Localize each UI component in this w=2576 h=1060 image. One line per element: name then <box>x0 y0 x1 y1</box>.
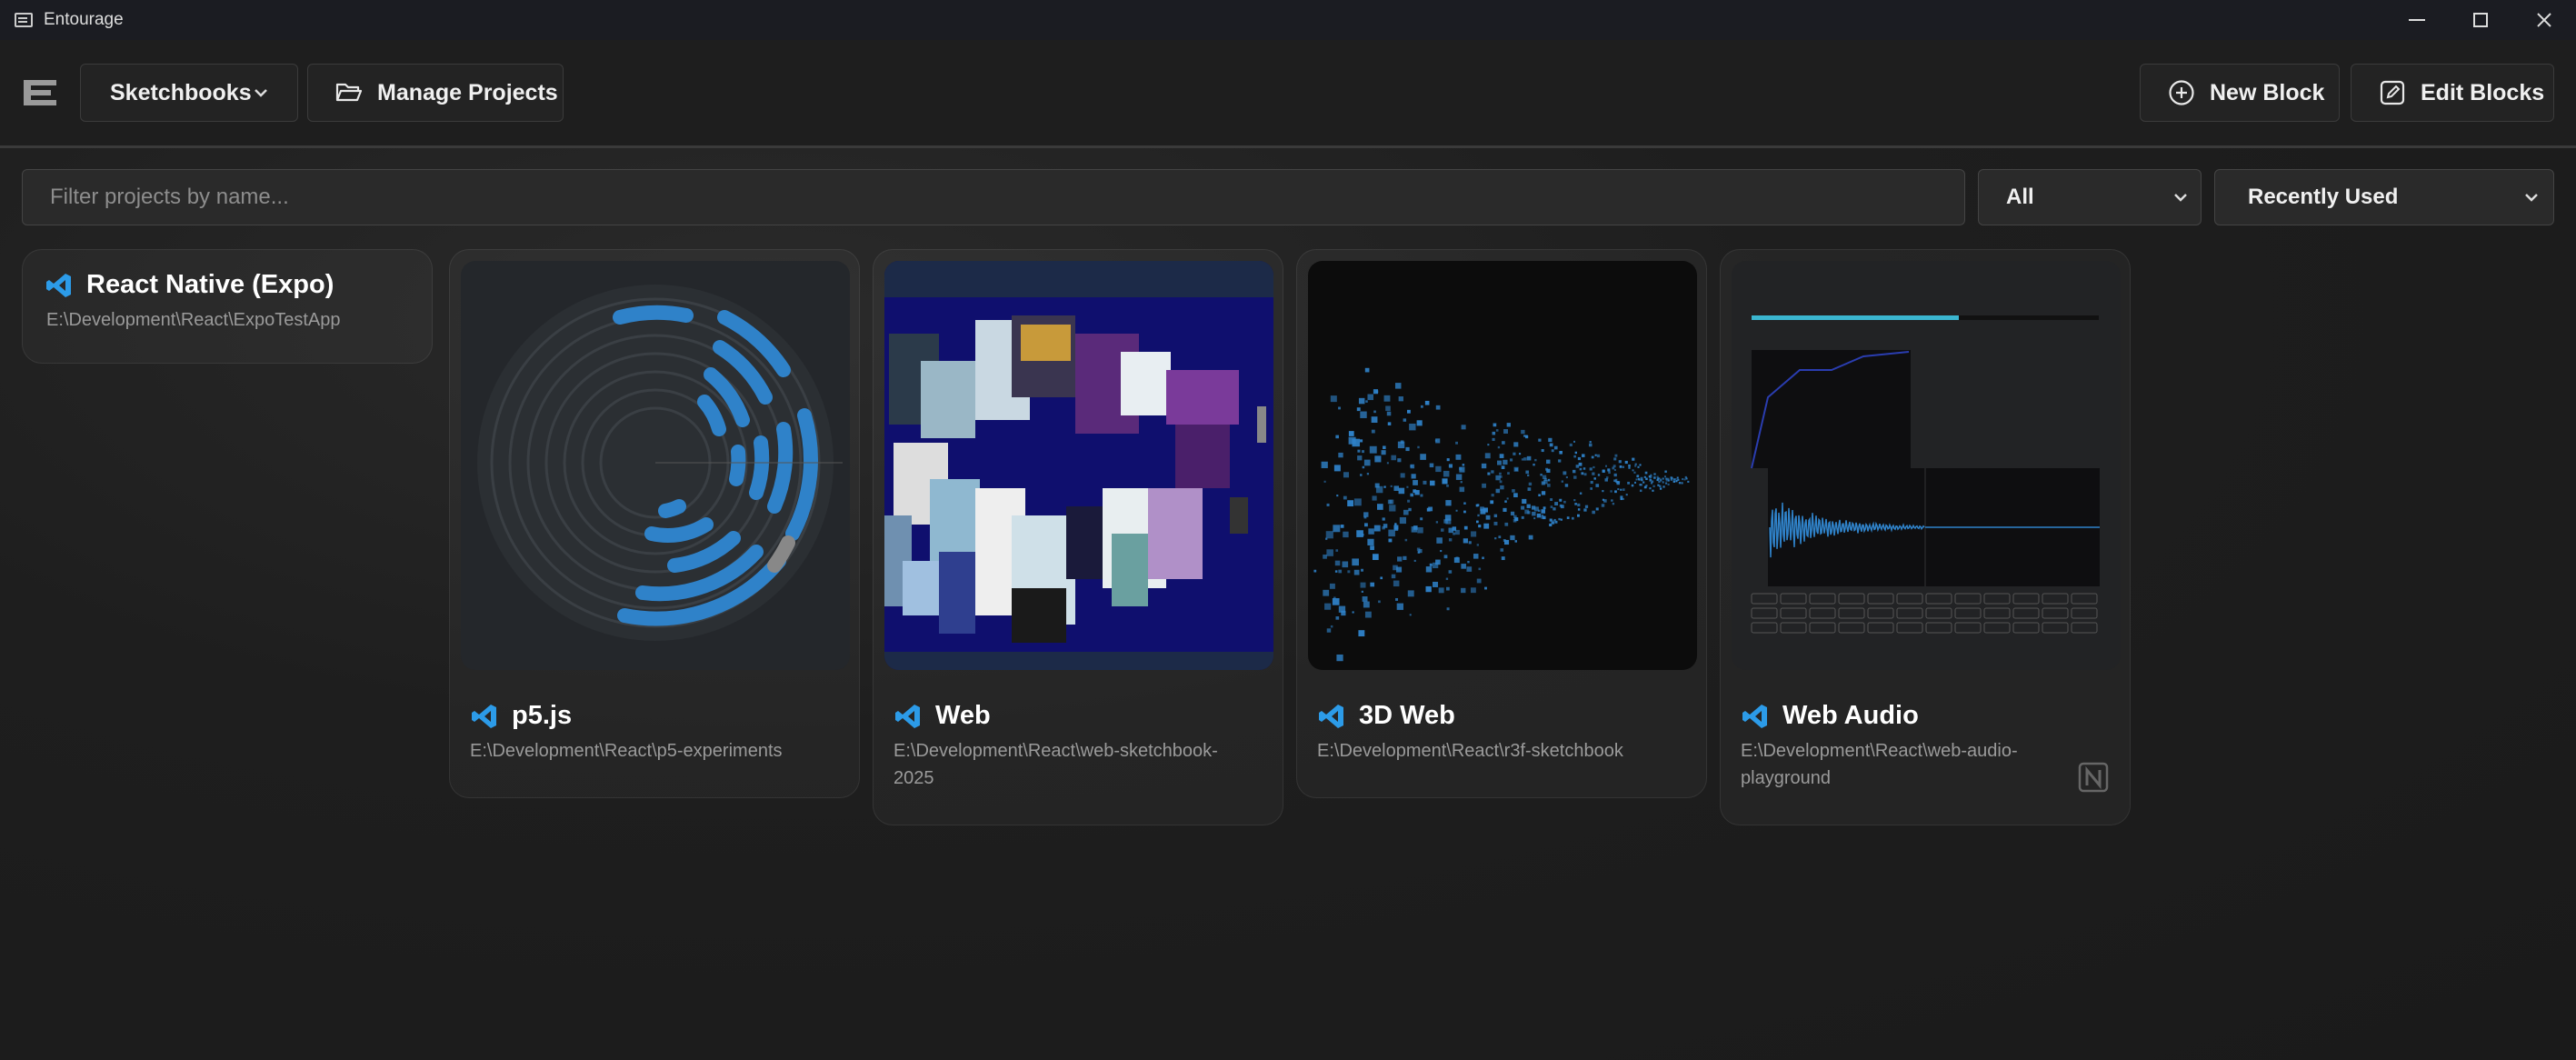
new-block-button[interactable]: New Block <box>2140 64 2340 122</box>
plus-circle-icon <box>2169 80 2194 105</box>
project-card[interactable]: React Native (Expo) E:\Development\React… <box>22 249 433 364</box>
maximize-icon <box>2473 13 2488 27</box>
project-name: Web Audio <box>1782 701 1919 730</box>
vscode-icon <box>1742 704 1767 728</box>
new-block-label: New Block <box>2210 79 2325 105</box>
project-card[interactable]: p5.js E:\Development\React\p5-experiment… <box>449 249 860 798</box>
title-bar: Entourage <box>0 0 2576 40</box>
edit-icon <box>2380 80 2405 105</box>
project-card[interactable]: Web E:\Development\React\web-sketchbook-… <box>873 249 1283 825</box>
project-thumbnail <box>884 261 1273 670</box>
search-placeholder: Filter projects by name... <box>50 185 289 209</box>
vscode-icon <box>895 704 920 728</box>
chevron-down-icon <box>2525 194 2538 202</box>
project-name: React Native (Expo) <box>86 270 334 299</box>
vscode-icon <box>1319 704 1343 728</box>
project-name: p5.js <box>512 701 573 730</box>
toolbar: Sketchbooks Manage Projects New Block Ed… <box>0 40 2576 148</box>
vscode-icon <box>472 704 496 728</box>
category-label: Sketchbooks <box>110 79 252 105</box>
category-select[interactable]: Sketchbooks <box>80 64 298 122</box>
vscode-icon <box>46 273 71 297</box>
project-thumbnail <box>461 261 850 670</box>
project-path: E:\Development\React\web-audio-playgroun… <box>1741 741 2018 788</box>
manage-projects-button[interactable]: Manage Projects <box>307 64 564 122</box>
edit-blocks-button[interactable]: Edit Blocks <box>2351 64 2554 122</box>
project-card[interactable]: 3D Web E:\Development\React\r3f-sketchbo… <box>1296 249 1707 798</box>
sort-value: Recently Used <box>2248 185 2399 209</box>
edit-blocks-label: Edit Blocks <box>2421 79 2545 105</box>
minimize-button[interactable] <box>2385 0 2449 40</box>
sort-select[interactable]: Recently Used <box>2214 169 2554 225</box>
notion-icon[interactable] <box>2077 761 2110 794</box>
chevron-down-icon <box>255 89 267 97</box>
close-icon <box>2537 13 2551 27</box>
manage-projects-label: Manage Projects <box>377 79 558 105</box>
maximize-button[interactable] <box>2449 0 2512 40</box>
project-thumbnail <box>1732 261 2121 670</box>
project-path: E:\Development\React\p5-experiments <box>470 741 783 761</box>
project-card[interactable]: Web Audio E:\Development\React\web-audio… <box>1720 249 2131 825</box>
window-title: Entourage <box>44 10 124 29</box>
close-button[interactable] <box>2512 0 2576 40</box>
project-name: 3D Web <box>1359 701 1455 730</box>
minimize-icon <box>2409 19 2425 21</box>
project-name: Web <box>935 701 991 730</box>
project-path: E:\Development\React\ExpoTestApp <box>46 310 341 330</box>
chevron-down-icon <box>2174 194 2187 202</box>
entourage-logo-icon[interactable] <box>22 78 58 107</box>
type-filter-value: All <box>2006 185 2034 209</box>
app-icon <box>15 13 33 27</box>
project-thumbnail <box>1308 261 1697 670</box>
search-input[interactable]: Filter projects by name... <box>22 169 1965 225</box>
folder-open-icon <box>335 83 363 102</box>
type-filter-select[interactable]: All <box>1978 169 2202 225</box>
project-path: E:\Development\React\web-sketchbook-2025 <box>894 741 1218 788</box>
project-path: E:\Development\React\r3f-sketchbook <box>1317 741 1623 761</box>
